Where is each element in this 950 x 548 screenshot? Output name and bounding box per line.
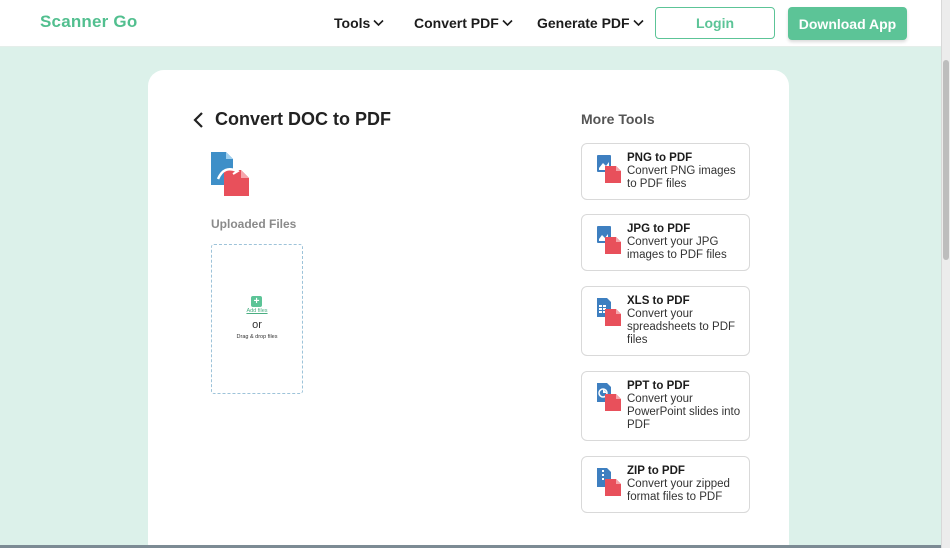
- top-header: Scanner Go Tools Convert PDF Generate PD…: [0, 0, 950, 47]
- back-arrow-icon[interactable]: [192, 111, 206, 129]
- uploaded-files-label: Uploaded Files: [211, 217, 297, 231]
- tool-card-ppt-to-pdf[interactable]: PPT to PDF Convert your PowerPoint slide…: [581, 371, 750, 441]
- drag-drop-text: Drag & drop files: [236, 334, 278, 340]
- nav-generate-pdf-label: Generate PDF: [537, 15, 630, 31]
- chevron-down-icon: [502, 19, 513, 27]
- nav-convert-pdf[interactable]: Convert PDF: [414, 15, 513, 31]
- download-app-button[interactable]: Download App: [788, 7, 907, 40]
- tool-description: Convert your JPG images to PDF files: [627, 236, 727, 261]
- tool-name: JPG to PDF: [627, 223, 691, 235]
- ppt-file-icon: [597, 383, 621, 411]
- more-tools-title: More Tools: [581, 111, 655, 127]
- tool-card-png-to-pdf[interactable]: PNG to PDF Convert PNG images to PDF fil…: [581, 143, 750, 200]
- tool-card-zip-to-pdf[interactable]: ZIP to PDF Convert your zipped format fi…: [581, 456, 750, 513]
- tool-name: PNG to PDF: [627, 152, 693, 164]
- jpg-file-icon: [597, 226, 621, 254]
- png-file-icon: [597, 155, 621, 183]
- xls-file-icon: [597, 298, 621, 326]
- scrollbar-thumb[interactable]: [943, 60, 949, 260]
- vertical-scrollbar[interactable]: [941, 0, 950, 548]
- nav-convert-pdf-label: Convert PDF: [414, 15, 499, 31]
- logo[interactable]: Scanner Go: [40, 12, 137, 32]
- tool-card-jpg-to-pdf[interactable]: JPG to PDF Convert your JPG images to PD…: [581, 214, 750, 271]
- or-text: or: [252, 319, 262, 331]
- doc-to-pdf-icon: [211, 152, 249, 196]
- login-button[interactable]: Login: [655, 7, 775, 39]
- nav-generate-pdf[interactable]: Generate PDF: [537, 15, 644, 31]
- tool-name: ZIP to PDF: [627, 465, 685, 477]
- tool-card-xls-to-pdf[interactable]: XLS to PDF Convert your spreadsheets to …: [581, 286, 750, 356]
- tool-name: XLS to PDF: [627, 295, 690, 307]
- add-files-link[interactable]: Add files: [212, 308, 302, 314]
- file-dropzone[interactable]: + Add files or Drag & drop files: [211, 244, 303, 394]
- zip-file-icon: [597, 468, 621, 496]
- nav-tools[interactable]: Tools: [334, 15, 384, 31]
- page-title: Convert DOC to PDF: [215, 109, 392, 129]
- tool-name: PPT to PDF: [627, 380, 690, 392]
- tool-description: Convert your PowerPoint slides into PDF: [627, 393, 741, 431]
- chevron-down-icon: [373, 19, 384, 27]
- tool-description: Convert your spreadsheets to PDF files: [627, 308, 736, 346]
- nav-tools-label: Tools: [334, 15, 371, 31]
- add-file-icon[interactable]: +: [251, 296, 262, 307]
- chevron-down-icon: [633, 19, 644, 27]
- tool-description: Convert your zipped format files to PDF: [627, 478, 730, 503]
- tool-description: Convert PNG images to PDF files: [627, 165, 736, 190]
